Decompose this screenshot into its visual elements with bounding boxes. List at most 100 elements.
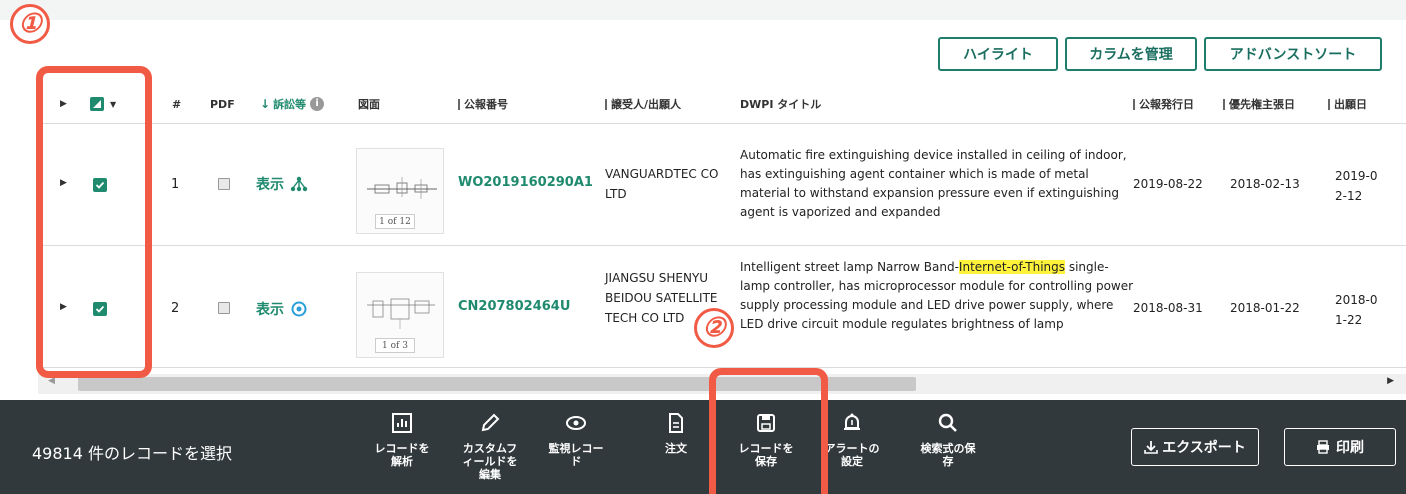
page-indicator: 1 of 3 [375, 338, 415, 353]
export-label: エクスポート [1162, 440, 1246, 456]
title-highlight: Internet-of-Things [958, 260, 1066, 274]
bell-icon [844, 413, 860, 430]
sort-icon [605, 98, 607, 110]
assignee-name: VANGUARDTEC CO LTD [605, 167, 719, 201]
watch-records-button[interactable]: 監視レコード [540, 405, 612, 493]
printer-icon [1317, 440, 1329, 454]
header-pub-date[interactable]: 公報発行日 [1133, 84, 1194, 124]
header-litigation[interactable]: ↓ 訴訟等 i [260, 84, 325, 124]
print-button[interactable]: 印刷 [1284, 428, 1396, 466]
row-expand-toggle[interactable]: ▶ [60, 302, 67, 312]
header-litigation-label: 訴訟等 [273, 98, 307, 111]
action-label: 注文 [665, 442, 687, 455]
select-all-checkbox[interactable]: ▼ [90, 84, 116, 124]
show-link-label: 表示 [256, 302, 284, 318]
save-icon [757, 414, 775, 432]
title-text: Intelligent street lamp Narrow Band- [740, 260, 959, 274]
table-header: ▶ ▼ # PDF ↓ 訴訟等 i 図面 公報番号 譲受人/出願人 DWPI タ… [38, 84, 1406, 124]
bottom-action-bar: 49814 件のレコードを選択 レコードを解析 カスタムフィールドを編集 監視レ… [0, 400, 1406, 494]
caret-right-icon: ▶ [60, 302, 67, 312]
title-text: Automatic fire extinguishing device inst… [740, 148, 1127, 219]
manage-columns-button[interactable]: カラムを管理 [1065, 37, 1197, 71]
family-tree-icon[interactable] [290, 175, 308, 193]
action-label: 検索式の保存 [920, 442, 976, 468]
download-icon [1144, 441, 1159, 454]
header-pub-number-label: 公報番号 [464, 98, 508, 111]
sort-icon [458, 98, 460, 110]
document-icon [669, 413, 683, 433]
filing-date: 2019-02-12 [1335, 169, 1378, 203]
save-records-button[interactable]: レコードを保存 [730, 405, 802, 493]
action-label: レコードを解析 [374, 442, 430, 468]
analyze-records-button[interactable]: レコードを解析 [366, 405, 438, 493]
pub-number-link[interactable]: CN207802464U [458, 299, 570, 314]
chart-icon [392, 413, 412, 433]
show-link-label: 表示 [256, 177, 284, 193]
header-priority-date-label: 優先権主張日 [1229, 98, 1295, 111]
pub-number-link[interactable]: WO2019160290A1 [458, 175, 593, 190]
print-label: 印刷 [1336, 440, 1364, 456]
pdf-icon[interactable] [218, 302, 230, 314]
header-filing-date[interactable]: 出願日 [1328, 84, 1367, 124]
dwpi-title: Intelligent street lamp Narrow Band-Inte… [740, 258, 1134, 334]
header-priority-date[interactable]: 優先権主張日 [1223, 84, 1295, 124]
row-index: 2 [171, 301, 180, 316]
row-checkbox[interactable] [93, 178, 107, 192]
caret-right-icon: ▶ [60, 178, 67, 188]
partial-select-icon [90, 97, 104, 111]
annotation-marker-1: ① [10, 4, 50, 44]
export-button[interactable]: エクスポート [1131, 428, 1259, 466]
selected-count: 49814 件のレコードを選択 [32, 444, 232, 463]
dwpi-title: Automatic fire extinguishing device inst… [740, 146, 1134, 222]
action-label: カスタムフィールドを編集 [462, 442, 518, 481]
scroll-thumb[interactable] [78, 377, 916, 391]
sort-down-icon: ↓ [260, 97, 271, 111]
header-filing-date-label: 出願日 [1334, 98, 1367, 111]
pdf-icon[interactable] [218, 178, 230, 190]
pencil-icon [481, 413, 500, 432]
set-alert-button[interactable]: アラートの設定 [816, 405, 888, 493]
header-assignee[interactable]: 譲受人/出願人 [605, 84, 681, 124]
target-icon[interactable] [290, 300, 308, 318]
sort-icon [1133, 98, 1135, 110]
search-icon [938, 413, 957, 432]
checkmark-icon [93, 178, 107, 192]
header-index: # [172, 97, 182, 111]
sort-icon [1223, 98, 1225, 110]
header-pub-date-label: 公報発行日 [1139, 98, 1194, 111]
filing-date: 2018-01-22 [1335, 293, 1378, 327]
save-search-button[interactable]: 検索式の保存 [912, 405, 984, 493]
drawing-thumbnail[interactable]: 1 of 12 [356, 148, 444, 234]
chevron-down-icon[interactable]: ▼ [110, 100, 116, 109]
pub-date: 2019-08-22 [1133, 177, 1203, 191]
scroll-left-icon[interactable]: ◀ [48, 376, 55, 386]
header-pub-number[interactable]: 公報番号 [458, 84, 508, 124]
advanced-sort-button[interactable]: アドバンストソート [1204, 37, 1382, 71]
table-row[interactable]: ▶ 2 表示 1 of 3 CN207802464U JIANGSU SHENY… [38, 246, 1406, 368]
order-button[interactable]: 注文 [640, 405, 712, 493]
table-row[interactable]: ▶ 1 表示 1 of 12 WO2019160290A1 VANGUARDTE… [38, 124, 1406, 246]
priority-date: 2018-01-22 [1230, 301, 1300, 315]
action-label: 監視レコード [548, 442, 604, 468]
highlight-button[interactable]: ハイライト [938, 37, 1058, 71]
show-link[interactable]: 表示 [256, 174, 308, 194]
show-link[interactable]: 表示 [256, 299, 308, 319]
info-icon[interactable]: i [310, 97, 325, 111]
header-pdf: PDF [210, 97, 235, 111]
row-checkbox[interactable] [93, 302, 107, 316]
priority-date: 2018-02-13 [1230, 177, 1300, 191]
scroll-right-icon[interactable]: ▶ [1387, 376, 1394, 386]
edit-custom-field-button[interactable]: カスタムフィールドを編集 [454, 405, 526, 493]
header-dwpi-title: DWPI タイトル [740, 98, 822, 111]
eye-icon [566, 416, 586, 430]
pub-date: 2018-08-31 [1133, 301, 1203, 315]
annotation-marker-2: ② [694, 308, 734, 348]
drawing-thumbnail[interactable]: 1 of 3 [356, 272, 444, 358]
checkmark-icon [93, 302, 107, 316]
header-drawing: 図面 [358, 98, 380, 111]
row-expand-toggle[interactable]: ▶ [60, 178, 67, 188]
action-label: レコードを保存 [738, 442, 794, 468]
header-assignee-label: 譲受人/出願人 [611, 98, 682, 111]
expand-all-toggle[interactable]: ▶ [60, 84, 67, 124]
horizontal-scrollbar[interactable]: ◀ ▶ [38, 374, 1406, 394]
